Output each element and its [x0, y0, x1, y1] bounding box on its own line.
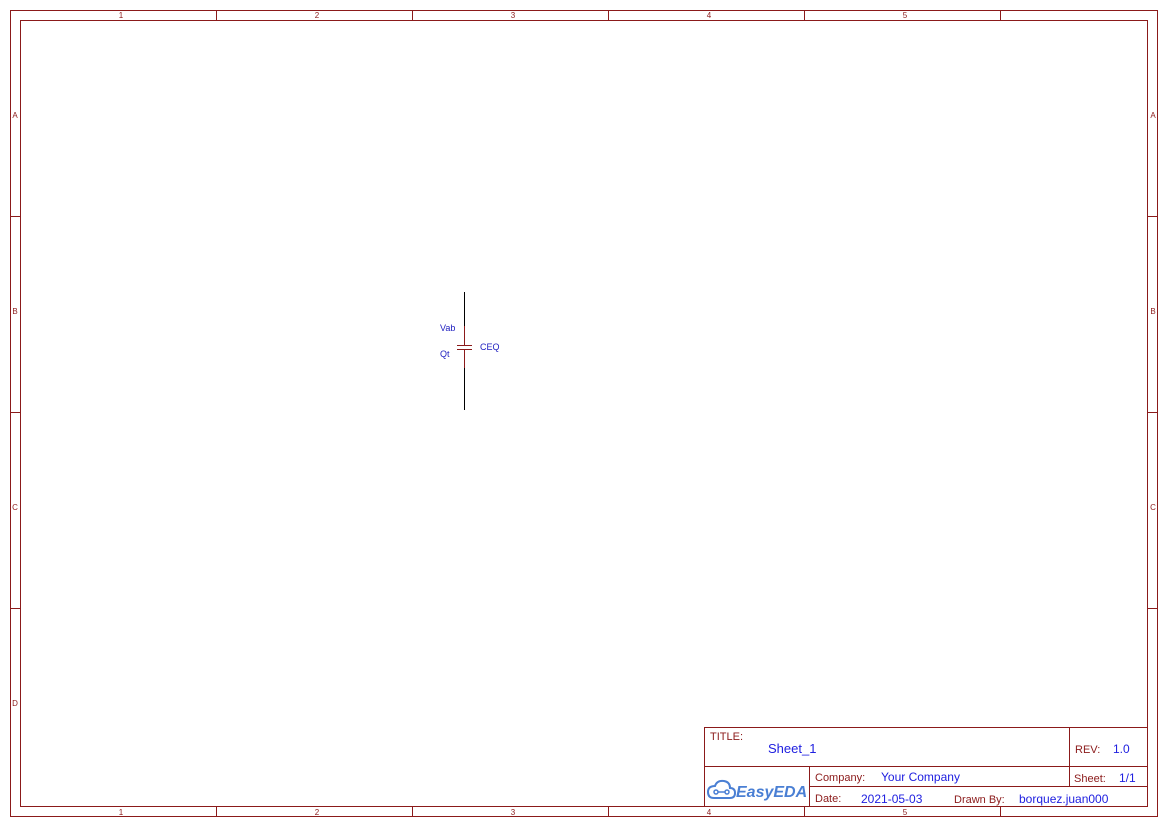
- col-label: 2: [315, 808, 320, 817]
- rev-value: 1.0: [1113, 742, 1130, 756]
- schematic-sheet: 1 2 3 4 5 1 2 3 4 5 A B C D A B C Vab Qt…: [10, 10, 1158, 817]
- sheet-label: Sheet:: [1074, 773, 1106, 785]
- title-label: TITLE:: [710, 731, 743, 743]
- col-label: 1: [119, 808, 124, 817]
- drawn-by-label: Drawn By:: [954, 794, 1005, 806]
- row-dividers: [10, 216, 1158, 609]
- col-label: 5: [903, 11, 908, 20]
- row-label: A: [1150, 111, 1156, 120]
- logo-text: EasyEDA: [736, 784, 807, 801]
- row-label: A: [12, 111, 18, 120]
- col-label: 1: [119, 11, 124, 20]
- col-label: 2: [315, 11, 320, 20]
- cloud-icon: [706, 779, 737, 799]
- date-label: Date:: [815, 793, 841, 805]
- col-label: 4: [707, 11, 712, 20]
- sheet-title: Sheet_1: [768, 741, 816, 756]
- column-dividers: [216, 10, 1001, 817]
- col-label: 3: [511, 808, 516, 817]
- col-label: 4: [707, 808, 712, 817]
- sheet-value: 1/1: [1119, 771, 1136, 785]
- company-label: Company:: [815, 772, 865, 784]
- capacitor-component[interactable]: Vab Qt CEQ: [440, 292, 500, 410]
- row-label: B: [1150, 307, 1155, 316]
- component-designator: CEQ: [480, 342, 500, 352]
- company-value: Your Company: [881, 770, 960, 784]
- net-label-vab: Vab: [440, 323, 455, 333]
- row-labels-left: A B C D: [12, 111, 18, 708]
- date-value: 2021-05-03: [861, 792, 923, 806]
- column-labels-bottom: 1 2 3 4 5: [119, 808, 908, 817]
- easyeda-logo: EasyEDA: [706, 779, 807, 801]
- row-label: C: [1150, 503, 1156, 512]
- row-labels-right: A B C: [1150, 111, 1156, 512]
- column-labels-top: 1 2 3 4 5: [119, 11, 908, 20]
- row-label: C: [12, 503, 18, 512]
- col-label: 5: [903, 808, 908, 817]
- rev-label: REV:: [1075, 744, 1100, 756]
- drawn-by-value: borquez.juan000: [1019, 792, 1109, 806]
- title-block: TITLE: Sheet_1 REV: 1.0 Company: Your Co…: [704, 727, 1148, 807]
- col-label: 3: [511, 11, 516, 20]
- row-label: B: [12, 307, 17, 316]
- row-label: D: [12, 699, 18, 708]
- net-label-qt: Qt: [440, 349, 450, 359]
- outer-border: [10, 10, 1158, 817]
- inner-border: [20, 20, 1148, 807]
